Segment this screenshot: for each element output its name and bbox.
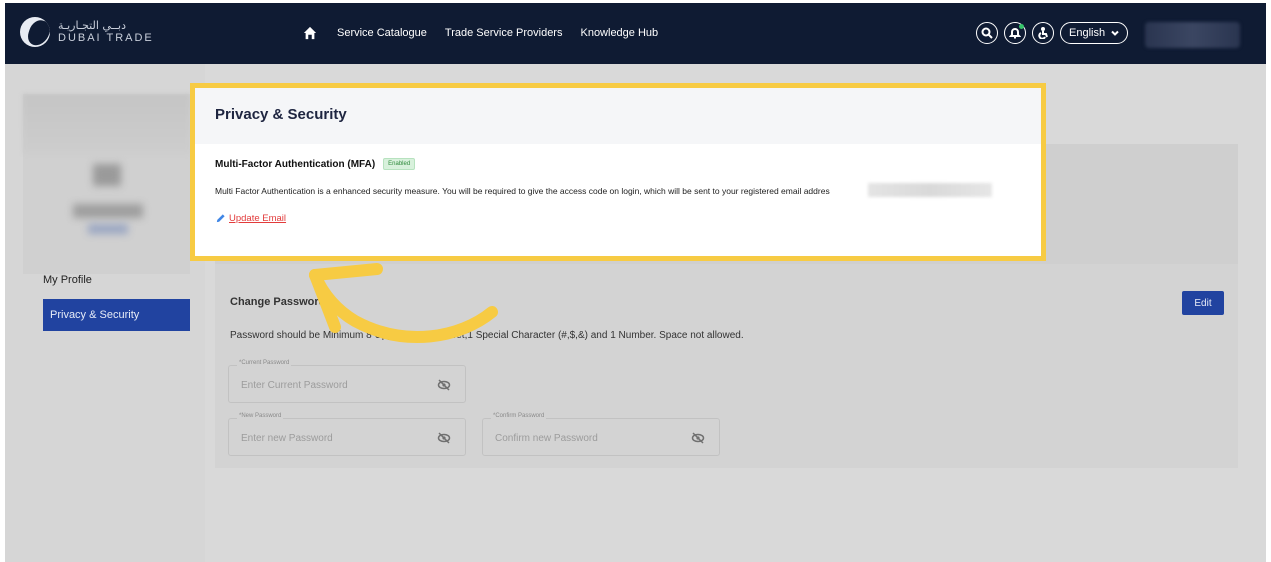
popup-header: Privacy & Security (195, 88, 1041, 144)
sidebar-item-label: My Profile (43, 274, 92, 286)
update-email-label: Update Email (229, 213, 287, 224)
field-label: *Confirm Password (491, 413, 547, 419)
page-title: Privacy & Security (215, 106, 347, 123)
mfa-description: Multi Factor Authentication is a enhance… (215, 186, 830, 196)
profile-sub-blurred (88, 224, 128, 234)
field-label: *Current Password (237, 360, 292, 366)
edit-button[interactable]: Edit (1182, 291, 1224, 315)
left-panel: My Profile Privacy & Security (5, 64, 205, 562)
app-frame: دبــي التجـاريـة DUBAI TRADE Service Cat… (5, 3, 1266, 562)
eye-off-icon[interactable] (437, 378, 451, 392)
current-password-field[interactable]: *Current Password Enter Current Password (228, 360, 466, 403)
chevron-down-icon (1111, 30, 1119, 36)
mfa-heading: Multi-Factor Authentication (MFA) Enable… (215, 158, 416, 170)
main-nav: Service Catalogue Trade Service Provider… (303, 26, 658, 40)
confirm-password-field[interactable]: *Confirm Password Confirm new Password (482, 413, 720, 456)
accessibility-button[interactable] (1032, 22, 1054, 44)
profile-name-blurred (73, 204, 143, 218)
field-placeholder: Enter new Password (241, 433, 333, 444)
search-icon (981, 27, 993, 39)
status-badge: Enabled (383, 158, 416, 170)
nav-trade-service-providers[interactable]: Trade Service Providers (445, 27, 563, 39)
avatar (93, 164, 121, 186)
nav-actions: English (976, 22, 1129, 44)
registered-email-blurred (868, 183, 992, 197)
home-icon[interactable] (303, 26, 317, 40)
notifications-button[interactable] (1004, 22, 1026, 44)
sidebar-item-my-profile[interactable]: My Profile (43, 264, 190, 296)
new-password-field[interactable]: *New Password Enter new Password (228, 413, 466, 456)
nav-service-catalogue[interactable]: Service Catalogue (337, 27, 427, 39)
field-label: *New Password (237, 413, 284, 419)
notification-dot (1019, 24, 1024, 29)
profile-card (23, 94, 190, 274)
field-placeholder: Confirm new Password (495, 433, 598, 444)
eye-off-icon[interactable] (691, 431, 705, 445)
eye-off-icon[interactable] (437, 431, 451, 445)
logo-arabic-text: دبــي التجـاريـة (58, 19, 126, 32)
logo-english-text: DUBAI TRADE (58, 32, 154, 44)
change-password-card: Change Password Password should be Minim… (215, 264, 1238, 468)
update-email-link[interactable]: Update Email (215, 213, 286, 224)
pencil-icon (216, 214, 225, 223)
logo-mark-icon (20, 17, 50, 47)
top-navigation: دبــي التجـاريـة DUBAI TRADE Service Cat… (5, 3, 1266, 64)
field-placeholder: Enter Current Password (241, 380, 348, 391)
search-button[interactable] (976, 22, 998, 44)
mfa-title: Multi-Factor Authentication (MFA) (215, 158, 376, 170)
sidebar-item-privacy-security[interactable]: Privacy & Security (43, 299, 190, 331)
nav-knowledge-hub[interactable]: Knowledge Hub (580, 27, 658, 39)
bell-icon (1009, 28, 1021, 39)
password-rules-text: Password should be Minimum 8 Uppercase A… (230, 330, 744, 341)
language-select[interactable]: English (1060, 22, 1129, 44)
language-label: English (1069, 27, 1106, 39)
sidebar-item-label: Privacy & Security (50, 309, 140, 321)
user-account-blurred[interactable] (1145, 22, 1240, 48)
change-password-title: Change Password (230, 296, 326, 308)
accessibility-icon (1038, 27, 1048, 39)
dubai-trade-logo[interactable]: دبــي التجـاريـة DUBAI TRADE (20, 17, 154, 47)
privacy-security-highlight: Privacy & Security Multi-Factor Authenti… (190, 83, 1046, 261)
